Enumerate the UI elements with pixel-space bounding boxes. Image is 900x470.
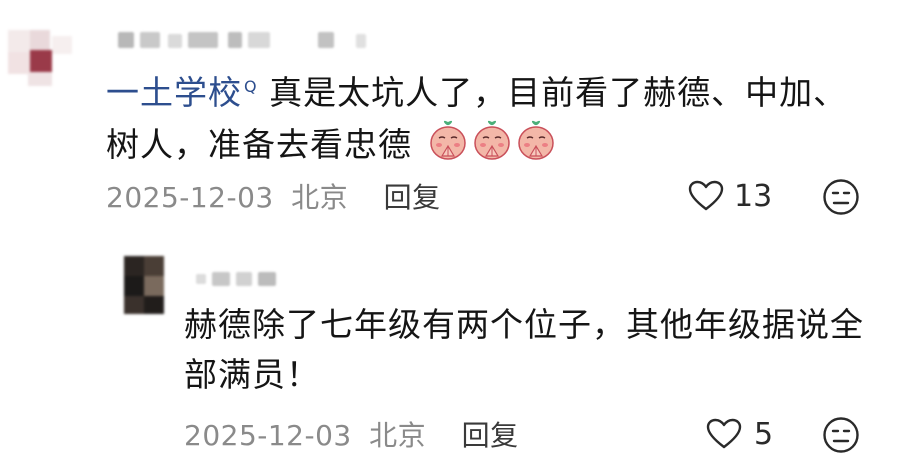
like-count: 13 (734, 178, 773, 214)
topic-link[interactable]: 一土学校 (106, 73, 242, 112)
comment-location: 北京 (291, 181, 349, 214)
reply-meta: 2025-12-03 北京 回复 (184, 414, 519, 454)
heart-outline-icon (688, 180, 724, 211)
reply-item: 赫德除了七年级有两个位子，其他年级据说全 部满员！ 2025-12-03 北京 … (0, 240, 900, 470)
username-blurred[interactable] (196, 270, 286, 290)
heart-outline-icon (706, 418, 742, 449)
comment-item: 一土学校 Q 真是太坑人了，目前看了赫德、中加、 树人，准备去看忠德 2025-… (0, 0, 900, 240)
reply-button[interactable]: 回复 (462, 419, 519, 452)
comment-text-line1: 真是太坑人了，目前看了赫德、中加、 (269, 73, 848, 112)
peach-pray-emoji (517, 120, 554, 160)
reply-text-line2: 部满员！ (184, 355, 320, 394)
search-icon[interactable]: Q (244, 77, 258, 96)
comment-line: 树人，准备去看忠德 (106, 118, 886, 170)
meh-face-icon[interactable] (822, 416, 860, 454)
meh-face-icon[interactable] (822, 178, 860, 216)
like-button[interactable]: 5 (706, 414, 773, 454)
like-button[interactable]: 13 (688, 176, 772, 216)
reply-text-line1: 赫德除了七年级有两个位子，其他年级据说全 (184, 305, 864, 344)
comment-meta: 2025-12-03 北京 回复 (106, 176, 441, 216)
username-blurred[interactable] (118, 30, 378, 52)
comment-text-line2: 树人，准备去看忠德 (106, 125, 412, 164)
reply-text: 赫德除了七年级有两个位子，其他年级据说全 部满员！ (184, 300, 884, 400)
comment-line: 一土学校 Q 真是太坑人了，目前看了赫德、中加、 (106, 62, 886, 118)
reply-date: 2025-12-03 (184, 419, 352, 452)
reply-button[interactable]: 回复 (384, 181, 441, 214)
like-count: 5 (754, 416, 774, 452)
peach-pray-emoji (473, 120, 510, 160)
reply-location: 北京 (369, 419, 427, 452)
peach-pray-emoji (429, 120, 466, 160)
comment-text: 一土学校 Q 真是太坑人了，目前看了赫德、中加、 树人，准备去看忠德 (106, 62, 886, 170)
avatar[interactable] (124, 256, 164, 314)
avatar[interactable] (8, 30, 72, 86)
comment-date: 2025-12-03 (106, 181, 274, 214)
